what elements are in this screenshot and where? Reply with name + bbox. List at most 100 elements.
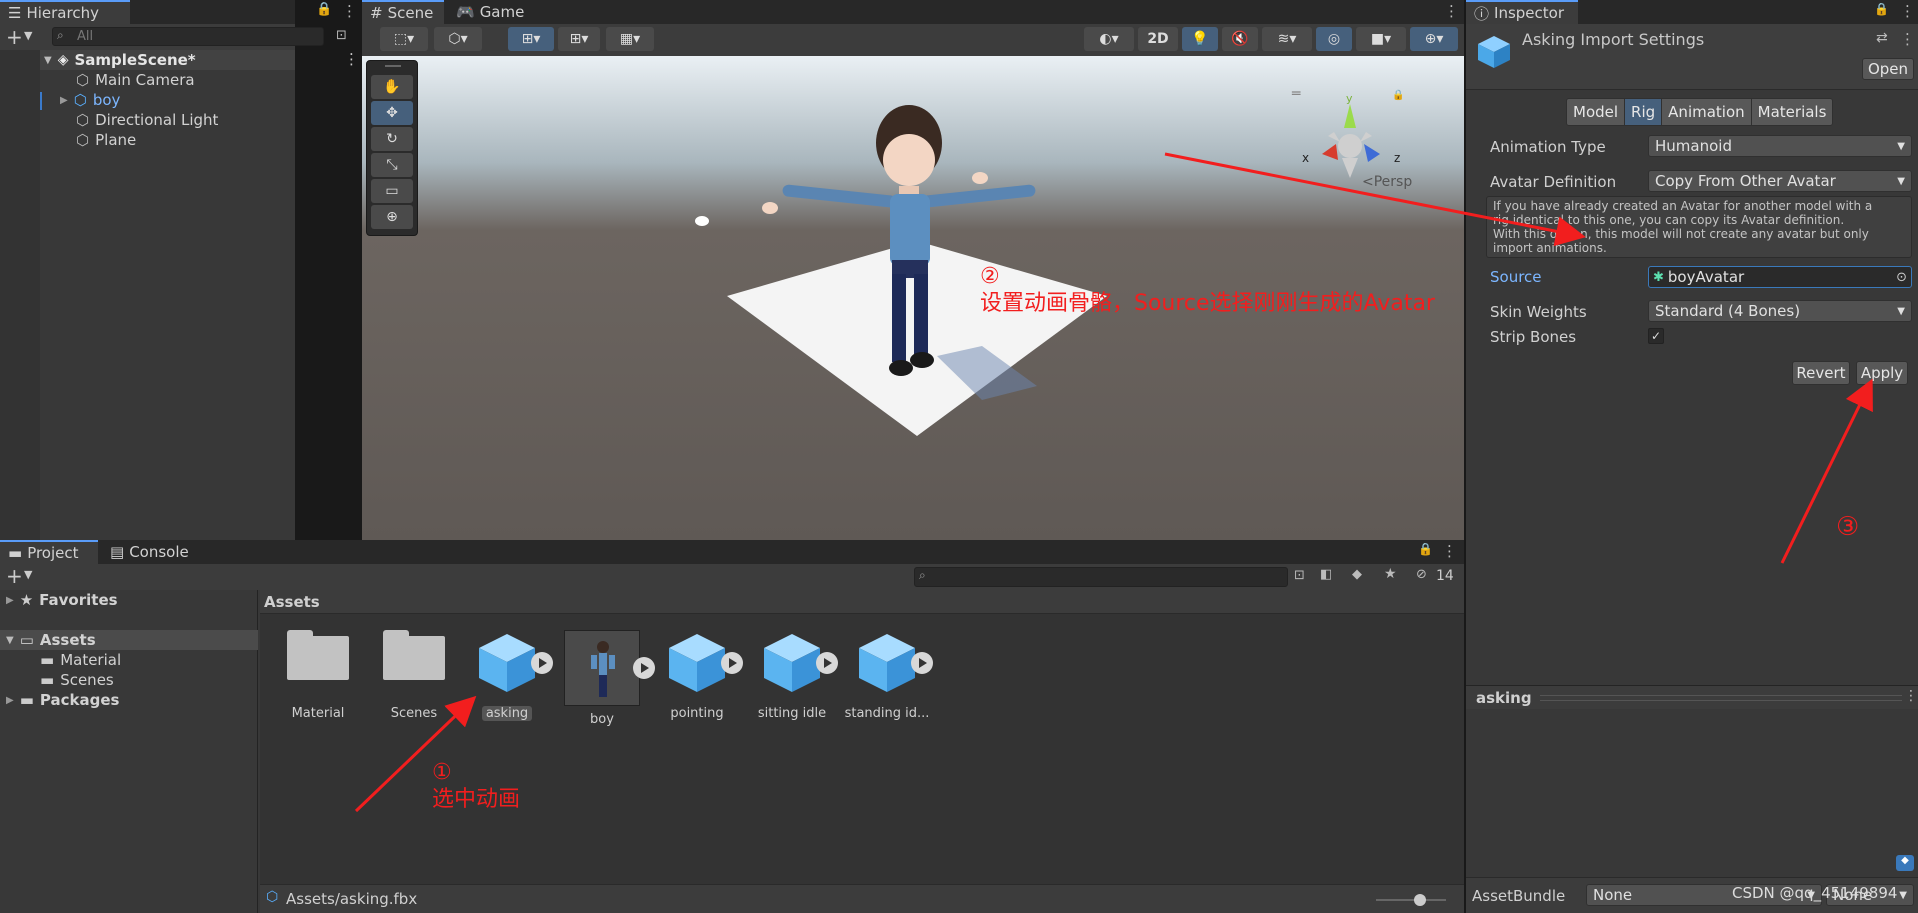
inspector-menu-icon[interactable]: ⋮ (1900, 2, 1915, 20)
play-icon[interactable] (911, 652, 933, 674)
lock-icon[interactable]: 🔒 (1418, 542, 1433, 556)
apply-button[interactable]: Apply (1856, 361, 1908, 385)
asset-item-material[interactable]: Material (272, 630, 364, 721)
render-settings-button[interactable]: ▦▾ (606, 27, 654, 51)
slider-thumb[interactable] (1414, 894, 1426, 906)
lighting-toggle[interactable]: 💡 (1182, 27, 1218, 51)
move-tool[interactable]: ✥ (371, 101, 413, 125)
chevron-down-icon[interactable]: ▼ (6, 635, 14, 646)
source-field[interactable]: ✱ boyAvatar ⊙ (1648, 266, 1912, 288)
revert-button[interactable]: Revert (1792, 361, 1850, 385)
tab-model[interactable]: Model (1567, 99, 1626, 125)
label-tag-icon[interactable]: ◆ (1896, 855, 1914, 871)
project-menu-icon[interactable]: ⋮ (1442, 542, 1457, 560)
favorite-star-icon[interactable]: ★ (1384, 566, 1397, 582)
chevron-right-icon[interactable]: ▶ (6, 695, 14, 706)
preview-menu-icon[interactable]: ⋮ (1904, 688, 1918, 704)
strip-bones-checkbox[interactable]: ✓ (1648, 328, 1664, 344)
rect-tool[interactable]: ▭ (371, 179, 413, 203)
open-button[interactable]: Open (1862, 58, 1914, 80)
asset-item-standing-idle[interactable]: standing id... (841, 630, 933, 721)
draw-mode-button[interactable]: ⬡▾ (434, 27, 482, 51)
header-menu-icon[interactable]: ⋮ (1900, 30, 1915, 48)
light-gizmo[interactable] (695, 216, 709, 226)
avatar-definition-dropdown[interactable]: Copy From Other Avatar ▼ (1648, 170, 1912, 192)
scene-viewport[interactable]: x z y 🔒 ═ <Persp ② 设置动画骨骼，Source选择刚刚生成的A… (362, 56, 1464, 540)
orientation-button[interactable]: ◐▾ (1084, 27, 1134, 51)
chevron-right-icon[interactable]: ▶ (6, 595, 14, 606)
transform-tool[interactable]: ⊕ (371, 205, 413, 229)
add-icon[interactable]: + (6, 25, 23, 49)
tree-item-material[interactable]: ▬ Material (40, 650, 121, 670)
hierarchy-menu-icon[interactable]: ⋮ (342, 2, 357, 20)
add-icon[interactable]: + (6, 564, 23, 588)
tab-materials[interactable]: Materials (1751, 99, 1833, 125)
search-input[interactable]: ⌕ All (52, 27, 324, 46)
asset-item-boy[interactable]: boy (556, 630, 655, 727)
icon-size-slider[interactable] (1376, 894, 1446, 906)
tree-item-packages[interactable]: ▶ ▬ Packages (6, 690, 119, 710)
hidden-packages-icon[interactable]: ⊘ (1416, 567, 1427, 582)
hierarchy-item-boy[interactable]: ▶ ⬡ boy (60, 90, 120, 110)
scale-tool[interactable]: ⤡ (371, 153, 413, 177)
chevron-down-icon: ▼ (1897, 140, 1905, 152)
label-icon[interactable]: ◆ (1352, 567, 1362, 582)
toggle-2d-button[interactable]: 2D (1138, 27, 1178, 51)
shading-mode-button[interactable]: ⬚▾ (380, 27, 428, 51)
tree-item-assets[interactable]: ▼ ▭ Assets (0, 630, 258, 650)
gizmos-button[interactable]: ⊕▾ (1410, 27, 1458, 51)
tab-project[interactable]: ▬ Project (0, 540, 98, 564)
persp-label[interactable]: <Persp (1362, 174, 1412, 190)
scene-row[interactable]: ▼ ◈ SampleScene* (0, 50, 295, 70)
chevron-right-icon[interactable]: ▶ (60, 95, 68, 106)
effects-toggle[interactable]: ≋▾ (1262, 27, 1312, 51)
hierarchy-item-plane[interactable]: ⬡ Plane (76, 130, 136, 150)
visibility-toggle[interactable]: ◎ (1316, 27, 1352, 51)
scene-menu-icon[interactable]: ⋮ (1444, 2, 1459, 20)
skin-weights-dropdown[interactable]: Standard (4 Bones) ▼ (1648, 300, 1912, 322)
scene-search-icon[interactable]: ⊡ (336, 28, 347, 43)
tab-console[interactable]: ▤ Console (102, 540, 202, 564)
tab-inspector[interactable]: ⓘ Inspector (1466, 0, 1578, 24)
tab-scene[interactable]: # Scene (362, 0, 444, 24)
object-picker-icon[interactable]: ⊙ (1896, 270, 1907, 285)
hierarchy-item-main-camera[interactable]: ⬡ Main Camera (76, 70, 195, 90)
lock-icon[interactable]: 🔒 (1874, 2, 1889, 16)
breadcrumb[interactable]: Assets (264, 593, 320, 611)
tab-hierarchy[interactable]: ☰ Hierarchy (0, 0, 130, 24)
chevron-down-icon[interactable]: ▼ (24, 29, 32, 42)
tree-item-favorites[interactable]: ▶ ★ Favorites (6, 590, 118, 610)
tab-rig[interactable]: Rig (1625, 99, 1663, 125)
chevron-down-icon[interactable]: ▼ (44, 55, 52, 66)
play-icon[interactable] (816, 652, 838, 674)
animation-type-dropdown[interactable]: Humanoid ▼ (1648, 135, 1912, 157)
asset-item-pointing[interactable]: pointing (651, 630, 743, 721)
asset-item-scenes[interactable]: Scenes (368, 630, 460, 721)
search-by-type-icon[interactable]: ⊡ (1294, 568, 1305, 583)
camera-settings-button[interactable]: ■▾ (1356, 27, 1406, 51)
hierarchy-item-directional-light[interactable]: ⬡ Directional Light (76, 110, 218, 130)
audio-toggle[interactable]: 🔇 (1222, 27, 1258, 51)
gizmo-lock-icon[interactable]: 🔒 (1392, 90, 1404, 101)
settings-icon[interactable]: ⇄ (1876, 30, 1888, 46)
hand-tool[interactable]: ✋ (371, 75, 413, 99)
filter-type-icon[interactable]: ◧ (1320, 567, 1332, 582)
scene-menu-icon[interactable]: ⋮ (344, 50, 359, 68)
tab-animation[interactable]: Animation (1662, 99, 1752, 125)
increment-snap-button[interactable]: ⊞▾ (558, 27, 600, 51)
asset-item-sitting-idle[interactable]: sitting idle (746, 630, 838, 721)
rotate-tool[interactable]: ↻ (371, 127, 413, 151)
lock-icon[interactable]: 🔒 (316, 2, 332, 17)
gizmo-menu-icon[interactable]: ═ (1292, 86, 1300, 102)
tree-item-scenes[interactable]: ▬ Scenes (40, 670, 114, 690)
asset-item-asking[interactable]: asking (461, 630, 553, 721)
grid-snap-button[interactable]: ⊞▾ (508, 27, 554, 51)
chevron-down-icon[interactable]: ▼ (24, 568, 32, 581)
play-icon[interactable] (721, 652, 743, 674)
project-search-input[interactable]: ⌕ (914, 567, 1288, 587)
preview-drag-handle[interactable] (1539, 694, 1902, 701)
palette-handle[interactable] (385, 65, 401, 67)
play-icon[interactable] (531, 652, 553, 674)
tab-game[interactable]: 🎮 Game (448, 0, 528, 24)
tree-label: Scenes (60, 671, 114, 689)
